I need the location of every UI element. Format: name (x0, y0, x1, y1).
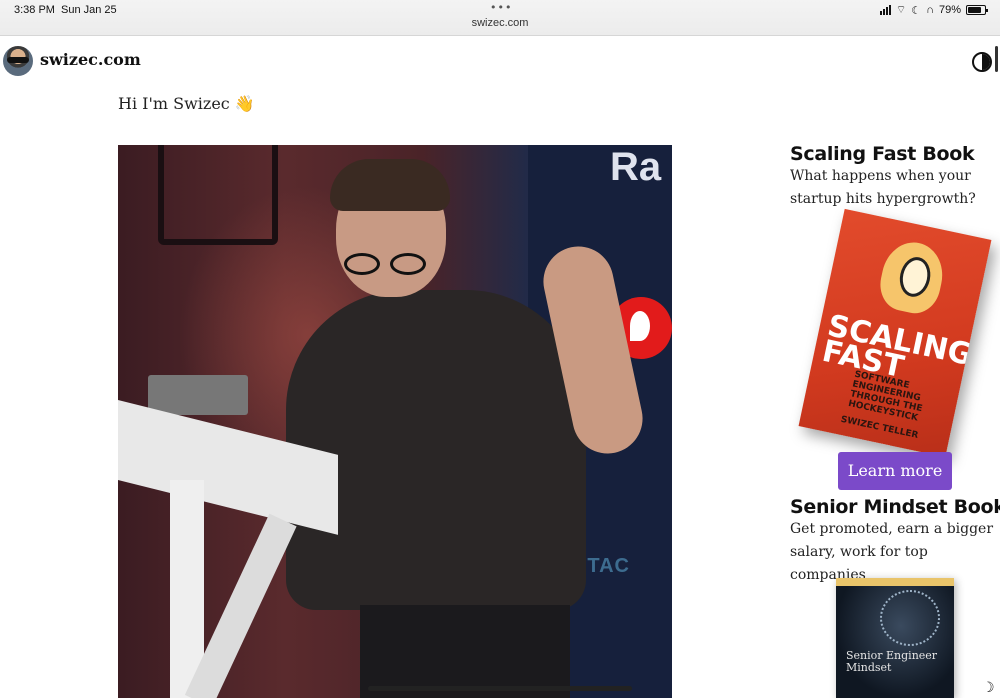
multitasking-dots-icon[interactable]: ••• (490, 1, 512, 14)
hero-photo: Ra STAC (118, 145, 672, 698)
book-title-scaling-fast[interactable]: Scaling Fast Book (790, 143, 975, 165)
headphones-icon: ∩ (926, 4, 934, 16)
home-indicator[interactable] (368, 686, 632, 691)
contrast-toggle-icon[interactable] (972, 52, 992, 72)
circuit-brain-icon (880, 590, 940, 646)
battery-icon (966, 5, 988, 15)
status-icons: ⌔ ☾ ∩ 79% (879, 3, 988, 17)
address-bar-url[interactable]: swizec.com (0, 17, 1000, 29)
moon-icon: ☾ (911, 4, 922, 17)
book-title-senior-mindset[interactable]: Senior Mindset Book (790, 496, 1000, 518)
banner-text-ra: Ra (610, 145, 662, 189)
scrollbar[interactable] (995, 46, 998, 72)
moon-icon[interactable]: ☽ (982, 680, 995, 696)
cover-title: Senior Engineer Mindset (846, 649, 938, 674)
cellular-signal-icon (879, 5, 891, 15)
rocket-lightbulb-icon (875, 236, 949, 318)
book-description-senior-mindset: Get promoted, earn a bigger salary, work… (790, 521, 994, 583)
senior-mindset-book-cover[interactable]: Senior Engineer Mindset (836, 578, 954, 698)
wifi-icon: ⌔ (895, 4, 907, 16)
scaling-fast-book-cover[interactable]: SCALING FAST SOFTWARE ENGINEERING THROUG… (798, 208, 992, 458)
book-description-scaling-fast: What happens when your startup hits hype… (790, 168, 976, 207)
site-name-link[interactable]: swizec.com (40, 50, 141, 69)
learn-more-button[interactable]: Learn more (838, 452, 952, 490)
page-greeting: Hi I'm Swizec 👋 (118, 94, 255, 113)
ios-status-bar: 3:38 PM Sun Jan 25 ••• swizec.com ⌔ ☾ ∩ … (0, 0, 1000, 36)
avatar[interactable] (3, 46, 33, 76)
status-date: Sun Jan 25 (61, 4, 117, 16)
status-time: 3:38 PM (14, 4, 55, 16)
podium (118, 400, 348, 698)
battery-percent: 79% (938, 4, 961, 16)
